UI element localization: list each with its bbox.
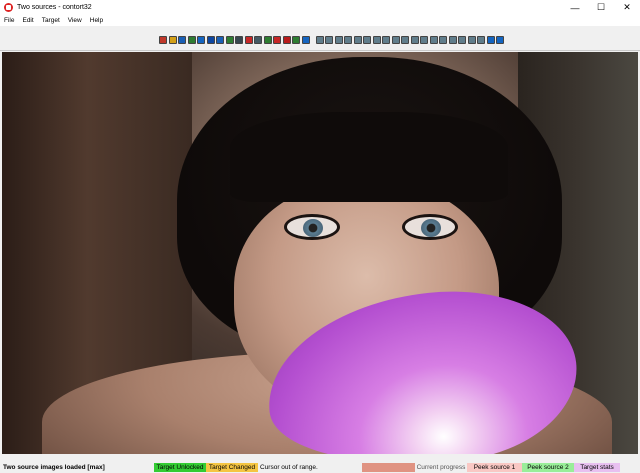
toolbar-button-19-icon[interactable] <box>334 36 343 44</box>
toolbar-button-29-icon[interactable] <box>429 36 438 44</box>
peek-source-2-button[interactable]: Peek source 2 <box>522 463 574 472</box>
toolbar-button-2-icon[interactable] <box>168 36 177 44</box>
window-title: Two sources - contort32 <box>17 4 92 11</box>
toolbar-button-28-icon[interactable] <box>420 36 428 44</box>
toolbar-button-13-icon[interactable] <box>273 36 281 44</box>
progress-bar <box>362 463 415 472</box>
close-button[interactable]: ✕ <box>614 0 640 15</box>
toolbar-button-30-icon[interactable] <box>439 36 447 44</box>
target-unlocked-indicator[interactable]: Target Unlocked <box>154 463 206 472</box>
toolbar-button-20-icon[interactable] <box>344 36 352 44</box>
bangs <box>230 112 508 202</box>
left-eye <box>284 214 340 240</box>
status-loaded: Two source images loaded [max] <box>3 464 105 471</box>
toolbar-button-18-icon[interactable] <box>325 36 333 44</box>
toolbar-button-12-icon[interactable] <box>263 36 272 44</box>
image-canvas[interactable] <box>2 52 638 454</box>
target-stats-button[interactable]: Target stats <box>574 463 620 472</box>
app-icon[interactable] <box>4 3 13 12</box>
toolbar-button-22-icon[interactable] <box>363 36 371 44</box>
toolbar-button-31-icon[interactable] <box>448 36 457 44</box>
toolbar-button-7-icon[interactable] <box>216 36 224 44</box>
toolbar-button-32-icon[interactable] <box>458 36 466 44</box>
toolbar-button-27-icon[interactable] <box>410 36 419 44</box>
minimize-button[interactable]: — <box>562 0 588 15</box>
menu-help[interactable]: Help <box>86 17 107 24</box>
toolbar-button-6-icon[interactable] <box>206 36 215 44</box>
target-changed-indicator[interactable]: Target Changed <box>206 463 258 472</box>
peek-source-1-button[interactable]: Peek source 1 <box>467 463 522 472</box>
toolbar-button-11-icon[interactable] <box>254 36 262 44</box>
toolbar-button-24-icon[interactable] <box>382 36 390 44</box>
toolbar-button-15-icon[interactable] <box>292 36 300 44</box>
maximize-button[interactable]: ☐ <box>588 0 614 15</box>
toolbar-button-1-icon[interactable] <box>159 36 167 44</box>
toolbar-button-36-icon[interactable] <box>496 36 504 44</box>
toolbar-button-35-icon[interactable] <box>486 36 495 44</box>
toolbar-button-17-icon[interactable] <box>315 36 324 44</box>
toolbar-button-10-icon[interactable] <box>244 36 253 44</box>
status-bar: Two source images loaded [max] Target Un… <box>0 462 640 473</box>
toolbar-button-26-icon[interactable] <box>401 36 409 44</box>
toolbar-button-3-icon[interactable] <box>178 36 186 44</box>
toolbar-button-21-icon[interactable] <box>353 36 362 44</box>
toolbar-button-9-icon[interactable] <box>235 36 243 44</box>
toolbar-button-23-icon[interactable] <box>372 36 381 44</box>
toolbar-button-8-icon[interactable] <box>225 36 234 44</box>
menu-bar: File Edit Target View Help <box>0 15 640 27</box>
toolbar-button-33-icon[interactable] <box>467 36 476 44</box>
menu-file[interactable]: File <box>0 17 18 24</box>
window-controls: — ☐ ✕ <box>562 0 640 15</box>
toolbar <box>0 27 640 51</box>
toolbar-button-16-icon[interactable] <box>301 36 310 44</box>
cursor-status: Cursor out of range. <box>260 464 318 471</box>
toolbar-button-34-icon[interactable] <box>477 36 485 44</box>
title-bar: Two sources - contort32 — ☐ ✕ <box>0 0 640 15</box>
toolbar-button-5-icon[interactable] <box>197 36 205 44</box>
menu-view[interactable]: View <box>64 17 86 24</box>
menu-edit[interactable]: Edit <box>18 17 37 24</box>
toolbar-button-25-icon[interactable] <box>391 36 400 44</box>
toolbar-separator <box>311 36 314 44</box>
right-eye <box>402 214 458 240</box>
progress-label: Current progress <box>416 464 466 471</box>
toolbar-button-14-icon[interactable] <box>282 36 291 44</box>
toolbar-button-4-icon[interactable] <box>187 36 196 44</box>
toolbar-buttons <box>159 36 504 46</box>
menu-target[interactable]: Target <box>38 17 64 24</box>
